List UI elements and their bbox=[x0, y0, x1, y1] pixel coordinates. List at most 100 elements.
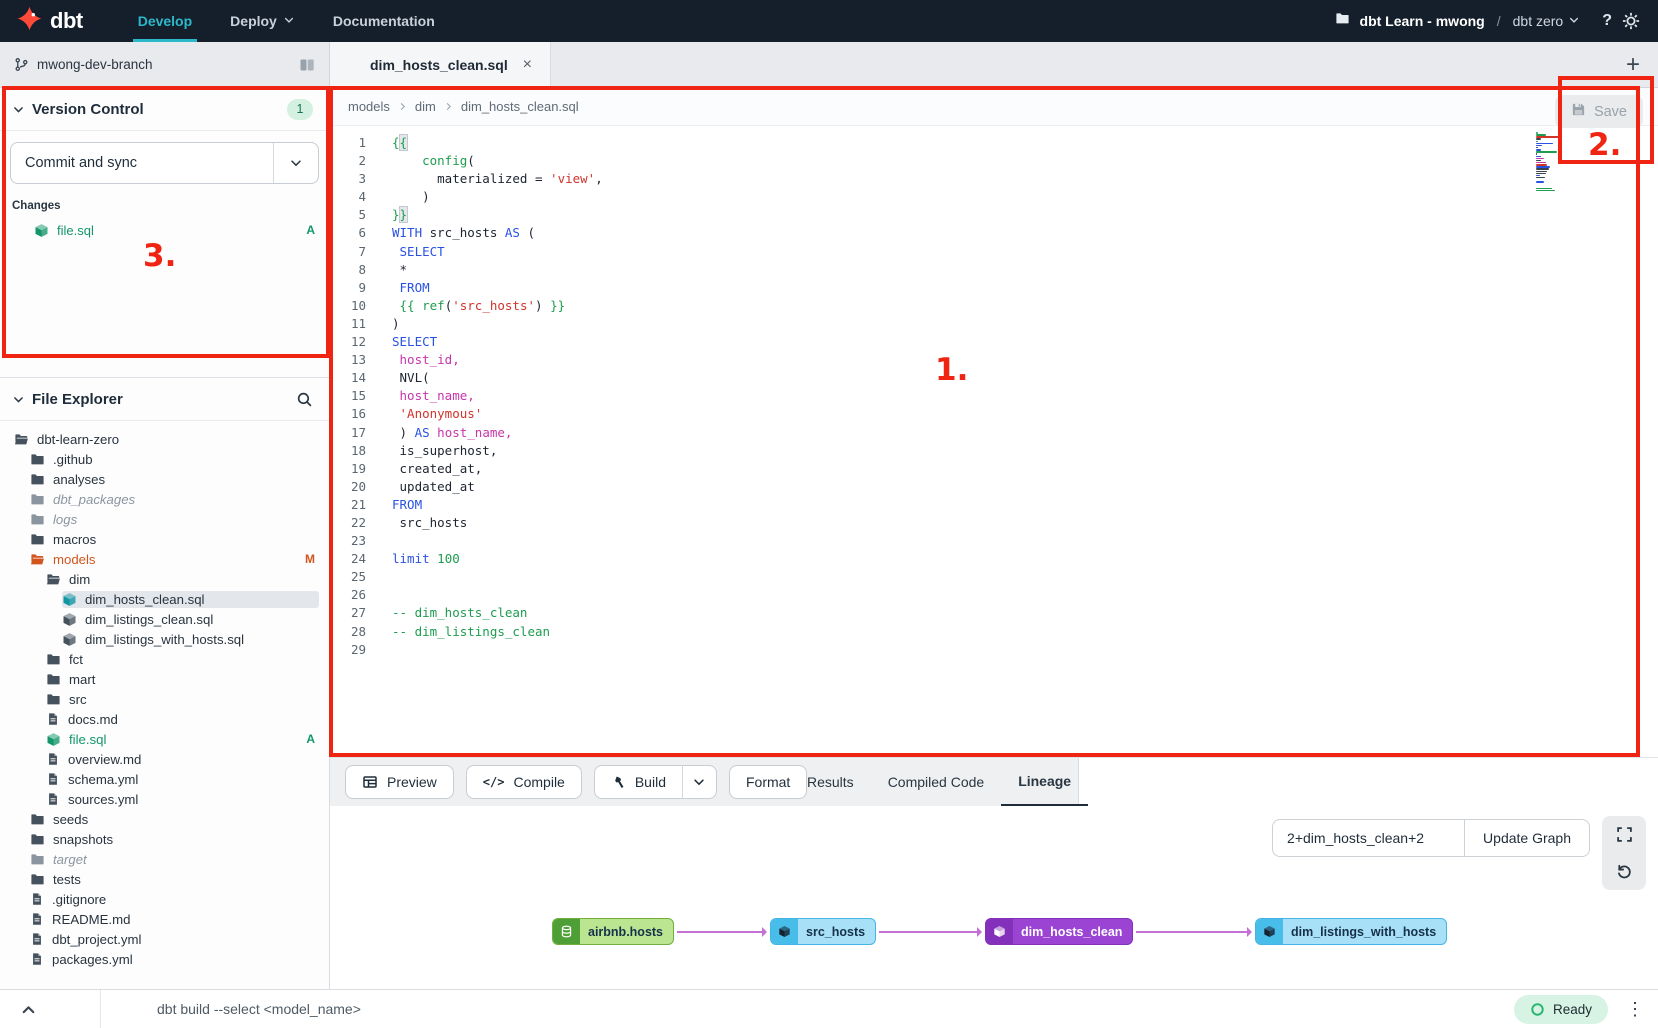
save-button[interactable]: Save bbox=[1555, 95, 1643, 128]
code-area[interactable]: {{ config( materialized = 'view', )}}WIT… bbox=[392, 134, 1528, 659]
update-graph-button[interactable]: Update Graph bbox=[1464, 819, 1590, 857]
breadcrumb-item[interactable]: dim bbox=[415, 99, 436, 114]
file-tree-item[interactable]: .github bbox=[0, 449, 329, 469]
file-tree-item[interactable]: logs bbox=[0, 509, 329, 529]
account-separator: / bbox=[1495, 13, 1503, 29]
file-tree-item[interactable]: dim bbox=[0, 569, 329, 589]
build-button[interactable]: Build bbox=[594, 765, 682, 799]
file-tree-item[interactable]: tests bbox=[0, 869, 329, 889]
breadcrumb-item[interactable]: models bbox=[348, 99, 390, 114]
folder-icon bbox=[30, 452, 45, 467]
file-tree-item[interactable]: target bbox=[0, 849, 329, 869]
lineage-node-dim_hosts_clean[interactable]: dim_hosts_clean bbox=[985, 918, 1133, 945]
file-tree-item[interactable]: seeds bbox=[0, 809, 329, 829]
file-explorer-header[interactable]: File Explorer bbox=[0, 377, 329, 421]
chevron-down-icon[interactable] bbox=[273, 143, 318, 183]
version-control-section: Version Control 1 Commit and sync Change… bbox=[0, 88, 329, 242]
version-control-header[interactable]: Version Control 1 bbox=[0, 88, 329, 131]
compile-button[interactable]: </> Compile bbox=[466, 765, 582, 799]
settings-gear-icon[interactable] bbox=[1622, 12, 1640, 30]
model-cube-icon bbox=[46, 732, 61, 747]
lineage-selector-input[interactable] bbox=[1272, 819, 1464, 857]
lineage-arrowhead bbox=[977, 927, 987, 937]
search-icon[interactable] bbox=[296, 391, 313, 408]
sidebar: Version Control 1 Commit and sync Change… bbox=[0, 88, 330, 989]
changes-label: Changes bbox=[0, 190, 329, 218]
commit-and-sync-button[interactable]: Commit and sync bbox=[10, 142, 319, 184]
status-badge: Ready bbox=[1514, 995, 1608, 1024]
folder-icon bbox=[1335, 11, 1350, 31]
file-tree-item[interactable]: overview.md bbox=[0, 749, 329, 769]
nav-item-deploy[interactable]: Deploy bbox=[211, 0, 314, 42]
file-icon bbox=[46, 752, 60, 766]
project-selector[interactable]: dbt zero bbox=[1513, 13, 1581, 29]
split-view-icon[interactable] bbox=[299, 57, 315, 73]
nav-item-documentation[interactable]: Documentation bbox=[314, 0, 454, 42]
branch-name[interactable]: mwong-dev-branch bbox=[37, 57, 153, 72]
preview-button[interactable]: Preview bbox=[345, 765, 454, 799]
lineage-panel: Update Graph airbnb.hosts src_hosts dim_ho… bbox=[330, 806, 1658, 989]
file-tree-item[interactable]: fct bbox=[0, 649, 329, 669]
help-button[interactable]: ? bbox=[1602, 12, 1612, 30]
tab-lineage[interactable]: Lineage bbox=[1001, 758, 1088, 806]
lineage-node-dim_listings_with_hosts[interactable]: dim_listings_with_hosts bbox=[1255, 918, 1447, 945]
folder-icon bbox=[30, 832, 45, 847]
fullscreen-icon[interactable] bbox=[1616, 826, 1633, 843]
folder-icon bbox=[30, 492, 45, 507]
folder-open-icon bbox=[14, 432, 29, 447]
file-tree-item[interactable]: modelsM bbox=[0, 549, 329, 569]
file-tree-item[interactable]: dim_listings_clean.sql bbox=[0, 609, 329, 629]
file-tree-item[interactable]: dbt_project.yml bbox=[0, 929, 329, 949]
tab-compiled-code[interactable]: Compiled Code bbox=[871, 758, 1002, 806]
chevron-down-icon[interactable] bbox=[12, 103, 25, 116]
tab-results[interactable]: Results bbox=[790, 758, 871, 806]
workspace-bar: mwong-dev-branch dim_hosts_clean.sql × + bbox=[0, 42, 1658, 88]
folder-icon bbox=[30, 852, 45, 867]
nav-item-develop[interactable]: Develop bbox=[119, 0, 211, 42]
file-tree-item[interactable]: dim_listings_with_hosts.sql bbox=[0, 629, 329, 649]
lineage-edge bbox=[1136, 931, 1247, 933]
changes-list: file.sqlA bbox=[0, 218, 329, 242]
file-tree-item[interactable]: sources.yml bbox=[0, 789, 329, 809]
kebab-menu-icon[interactable]: ⋮ bbox=[1618, 999, 1652, 1020]
file-tree-item[interactable]: dbt-learn-zero bbox=[0, 429, 329, 449]
chevron-down-icon[interactable] bbox=[12, 393, 25, 406]
file-tree-item[interactable]: file.sqlA bbox=[0, 729, 329, 749]
editor-minimap[interactable] bbox=[1536, 132, 1562, 194]
file-tree-item[interactable]: dim_hosts_clean.sql bbox=[0, 589, 329, 609]
folder-icon bbox=[30, 472, 45, 487]
close-icon[interactable]: × bbox=[523, 56, 532, 74]
dbt-logo[interactable]: dbt bbox=[0, 0, 93, 42]
command-input[interactable] bbox=[101, 1000, 1514, 1018]
file-tree-item[interactable]: src bbox=[0, 689, 329, 709]
file-tree-item[interactable]: mart bbox=[0, 669, 329, 689]
cube-icon bbox=[771, 919, 798, 944]
file-tree-item[interactable]: snapshots bbox=[0, 829, 329, 849]
build-options-chevron[interactable] bbox=[682, 765, 717, 799]
editor-tab[interactable]: dim_hosts_clean.sql × bbox=[330, 42, 551, 87]
file-tree-item[interactable]: .gitignore bbox=[0, 889, 329, 909]
chevron-down-icon bbox=[692, 775, 706, 789]
file-tree-item[interactable]: schema.yml bbox=[0, 769, 329, 789]
new-tab-button[interactable]: + bbox=[1618, 42, 1648, 87]
build-button-group: Build bbox=[594, 765, 717, 799]
file-tree-item[interactable]: analyses bbox=[0, 469, 329, 489]
lineage-node-src_hosts[interactable]: src_hosts bbox=[770, 918, 876, 945]
main-nav: Develop Deploy Documentation bbox=[119, 0, 454, 42]
file-tree-item[interactable]: packages.yml bbox=[0, 949, 329, 969]
file-tree-item[interactable]: docs.md bbox=[0, 709, 329, 729]
model-cube-icon bbox=[34, 223, 49, 238]
status-circle-icon bbox=[1530, 1002, 1545, 1017]
reset-view-icon[interactable] bbox=[1616, 863, 1633, 880]
tab-title: dim_hosts_clean.sql bbox=[370, 57, 508, 73]
lineage-node-airbnb.hosts[interactable]: airbnb.hosts bbox=[552, 918, 674, 945]
file-tree-item[interactable]: macros bbox=[0, 529, 329, 549]
account-name[interactable]: dbt Learn - mwong bbox=[1360, 13, 1485, 29]
chevron-down-icon bbox=[1568, 13, 1580, 29]
chevron-up-icon[interactable] bbox=[0, 1001, 100, 1018]
folder-icon bbox=[30, 532, 45, 547]
code-icon: </> bbox=[483, 775, 505, 789]
file-tree-item[interactable]: dbt_packages bbox=[0, 489, 329, 509]
changed-file-row[interactable]: file.sqlA bbox=[0, 218, 329, 242]
file-tree-item[interactable]: README.md bbox=[0, 909, 329, 929]
